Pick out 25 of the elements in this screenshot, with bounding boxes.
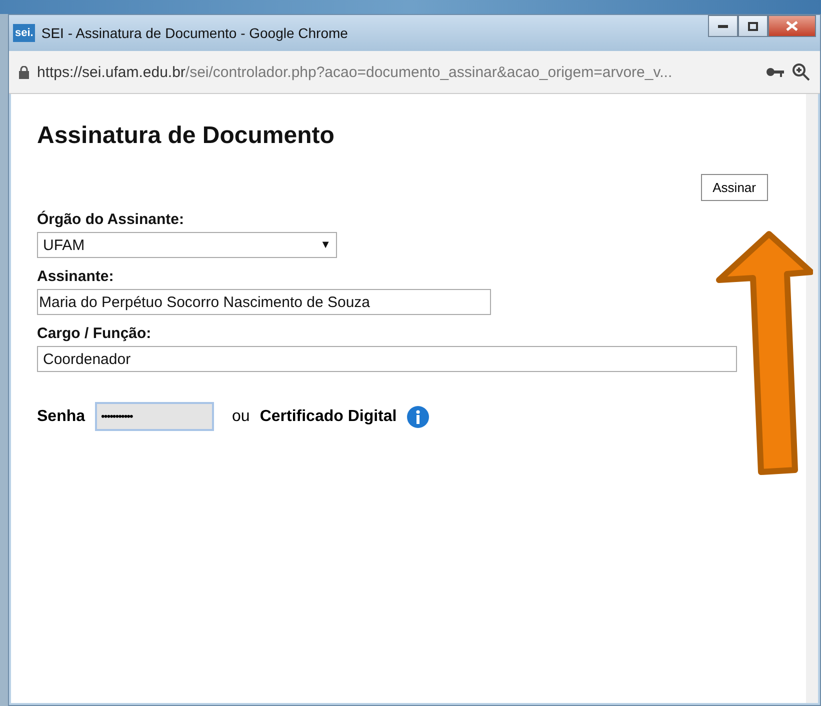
zoom-icon[interactable] <box>792 63 810 81</box>
signer-field[interactable]: Maria do Perpétuo Socorro Nascimento de Souza <box>37 289 491 315</box>
maximize-button[interactable] <box>738 15 768 37</box>
field-label: Órgão do Assinante: <box>37 211 185 228</box>
minimize-button[interactable] <box>708 15 738 37</box>
lock-icon <box>19 66 29 78</box>
info-icon[interactable] <box>406 406 429 428</box>
organ-select[interactable]: UFAM ▼ <box>37 232 337 258</box>
close-icon <box>786 21 798 31</box>
field-label: Cargo / Função: <box>37 325 152 342</box>
or-text: ou <box>232 408 250 426</box>
scrollbar[interactable] <box>806 94 818 703</box>
page-heading: Assinatura de Documento <box>37 122 336 150</box>
minimize-icon <box>718 24 728 28</box>
password-field[interactable]: ••••••••••• <box>95 402 214 431</box>
close-button[interactable] <box>768 15 816 37</box>
field-label: Assinante: <box>37 268 115 285</box>
sign-button[interactable]: Assinar <box>700 174 768 201</box>
certificate-label[interactable]: Certificado Digital <box>260 408 397 426</box>
password-label: Senha <box>37 408 86 426</box>
key-icon[interactable] <box>766 67 784 77</box>
role-field[interactable]: Coordenador <box>37 346 737 372</box>
window-title: SEI - Assinatura de Documento - Google Chrome <box>41 25 349 41</box>
app-logo: sei. <box>13 24 36 42</box>
maximize-icon <box>748 22 758 30</box>
